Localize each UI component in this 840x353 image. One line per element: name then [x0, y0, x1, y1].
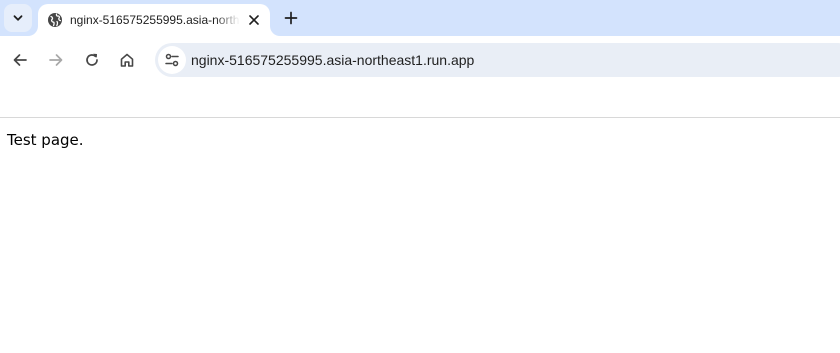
forward-button[interactable]	[40, 44, 72, 76]
address-bar[interactable]: nginx-516575255995.asia-northeast1.run.a…	[155, 43, 840, 77]
page-body-text: Test page.	[7, 131, 84, 149]
browser-window: nginx-516575255995.asia-northeast1.run.a…	[0, 0, 840, 353]
tab-strip: nginx-516575255995.asia-northeast1.run.a…	[0, 0, 840, 36]
chevron-down-icon	[12, 12, 24, 24]
globe-icon	[47, 12, 63, 28]
close-icon	[249, 15, 259, 25]
site-info-button[interactable]	[158, 46, 186, 74]
tab-active[interactable]: nginx-516575255995.asia-northeast1.run.a…	[38, 4, 270, 36]
arrow-right-icon	[48, 52, 64, 68]
home-button[interactable]	[111, 44, 143, 76]
tab-close-button[interactable]	[244, 10, 264, 30]
reload-icon	[84, 52, 100, 68]
plus-icon	[284, 11, 298, 25]
tune-icon	[164, 52, 180, 68]
tab-title: nginx-516575255995.asia-northeast1.run.a…	[70, 13, 240, 27]
new-tab-button[interactable]	[277, 4, 305, 32]
arrow-left-icon	[12, 52, 28, 68]
toolbar: nginx-516575255995.asia-northeast1.run.a…	[0, 36, 840, 84]
back-button[interactable]	[4, 44, 36, 76]
page-content: Test page.	[0, 118, 840, 353]
url-text[interactable]: nginx-516575255995.asia-northeast1.run.a…	[191, 51, 474, 69]
home-icon	[119, 52, 135, 68]
reload-button[interactable]	[76, 44, 108, 76]
